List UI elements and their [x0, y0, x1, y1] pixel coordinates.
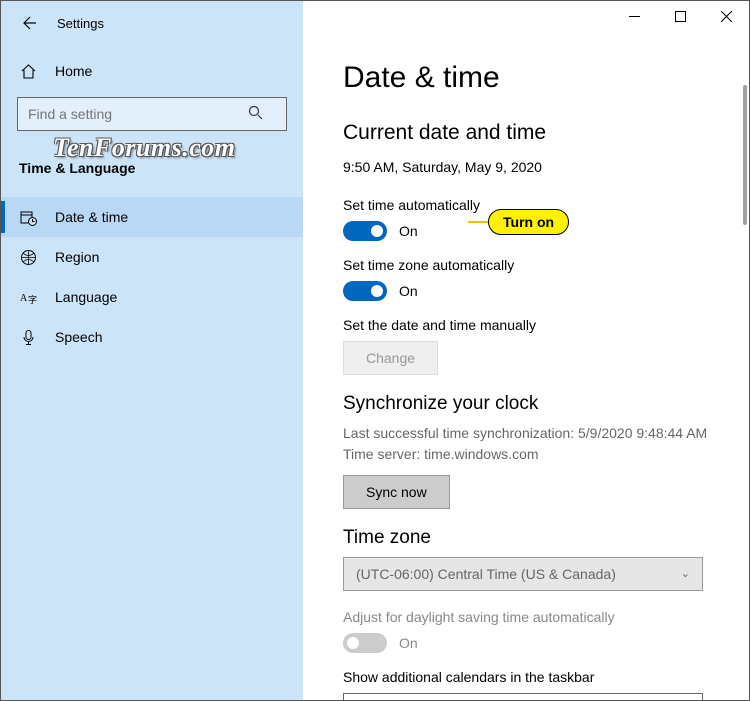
main-content: Date & time Current date and time 9:50 A…: [303, 45, 749, 700]
scrollbar[interactable]: [743, 85, 747, 225]
sidebar-category-label: Time & Language: [19, 160, 135, 176]
timezone-heading: Time zone: [343, 527, 749, 549]
sidebar-item-label: Language: [55, 289, 117, 305]
dst-state: On: [399, 635, 418, 651]
chevron-down-icon: ⌄: [681, 694, 690, 700]
annotation-callout: Turn on: [468, 209, 569, 235]
maximize-button[interactable]: [657, 1, 703, 31]
language-icon: A字: [19, 289, 37, 306]
set-time-auto-toggle[interactable]: [343, 221, 387, 241]
timezone-value: (UTC-06:00) Central Time (US & Canada): [356, 558, 616, 590]
sidebar-item-region[interactable]: Region: [1, 237, 303, 277]
sidebar: Home Time & Language Date & time: [1, 45, 303, 700]
timezone-select: (UTC-06:00) Central Time (US & Canada) ⌄: [343, 557, 703, 591]
svg-text:字: 字: [28, 294, 37, 305]
search-input[interactable]: [17, 97, 287, 131]
add-calendars-value: Don't show additional calendars: [356, 694, 553, 700]
sidebar-category: Time & Language: [1, 145, 303, 191]
add-calendars-select[interactable]: Don't show additional calendars ⌄: [343, 693, 703, 700]
globe-icon: [19, 249, 37, 266]
sidebar-item-date-time[interactable]: Date & time: [1, 197, 303, 237]
sync-now-button[interactable]: Sync now: [343, 475, 450, 509]
window-title: Settings: [57, 16, 104, 31]
page-title: Date & time: [343, 61, 749, 95]
sidebar-item-label: Date & time: [55, 209, 128, 225]
sidebar-item-speech[interactable]: Speech: [1, 317, 303, 357]
set-tz-auto-state: On: [399, 283, 418, 299]
search-icon: [248, 105, 263, 123]
add-calendars-label: Show additional calendars in the taskbar: [343, 669, 749, 685]
svg-text:A: A: [20, 293, 28, 304]
set-tz-auto-label: Set time zone automatically: [343, 257, 749, 273]
back-icon[interactable]: [19, 14, 37, 32]
dst-label: Adjust for daylight saving time automati…: [343, 609, 749, 625]
close-button[interactable]: [703, 1, 749, 31]
dst-toggle: [343, 633, 387, 653]
sidebar-home[interactable]: Home: [1, 51, 303, 91]
sidebar-home-label: Home: [55, 63, 92, 79]
calendar-clock-icon: [19, 209, 37, 226]
set-manual-label: Set the date and time manually: [343, 317, 749, 333]
set-tz-auto-toggle[interactable]: [343, 281, 387, 301]
sidebar-item-label: Speech: [55, 329, 102, 345]
home-icon: [19, 63, 37, 80]
microphone-icon: [19, 329, 37, 346]
callout-text: Turn on: [488, 209, 569, 235]
sidebar-item-language[interactable]: A字 Language: [1, 277, 303, 317]
sidebar-item-label: Region: [55, 249, 99, 265]
chevron-down-icon: ⌄: [681, 558, 690, 590]
set-time-auto-state: On: [399, 223, 418, 239]
sync-last-text: Last successful time synchronization: 5/…: [343, 423, 749, 444]
change-button: Change: [343, 341, 438, 375]
sync-server-text: Time server: time.windows.com: [343, 444, 749, 465]
sync-heading: Synchronize your clock: [343, 393, 749, 415]
current-datetime-value: 9:50 AM, Saturday, May 9, 2020: [343, 159, 749, 175]
current-datetime-heading: Current date and time: [343, 121, 749, 145]
titlebar: Settings: [1, 1, 749, 45]
minimize-button[interactable]: [611, 1, 657, 31]
